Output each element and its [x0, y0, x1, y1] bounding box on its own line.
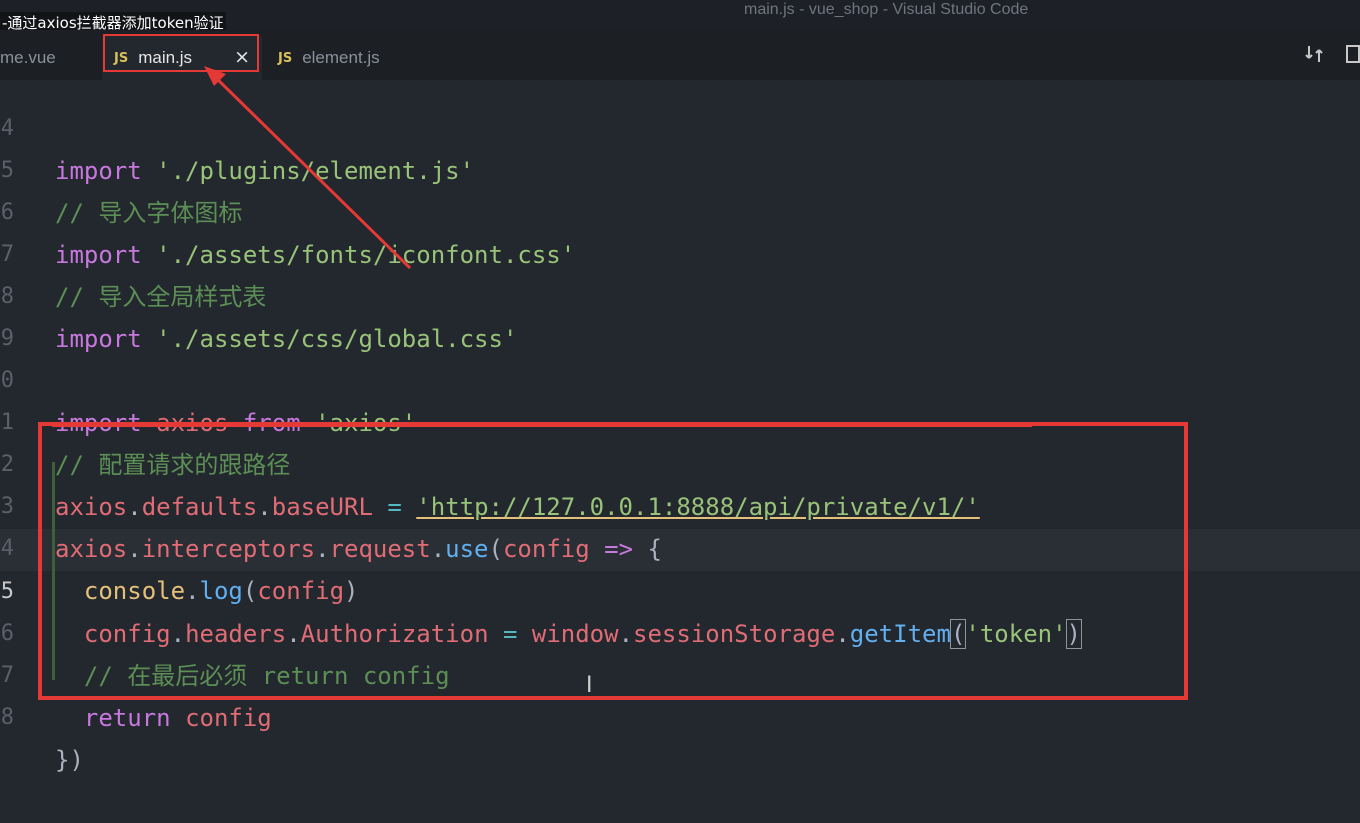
token-keyword: return	[83, 704, 171, 732]
token-variable: config	[185, 704, 272, 732]
token-punct: })	[55, 746, 84, 774]
annotation-arrow	[204, 66, 412, 270]
